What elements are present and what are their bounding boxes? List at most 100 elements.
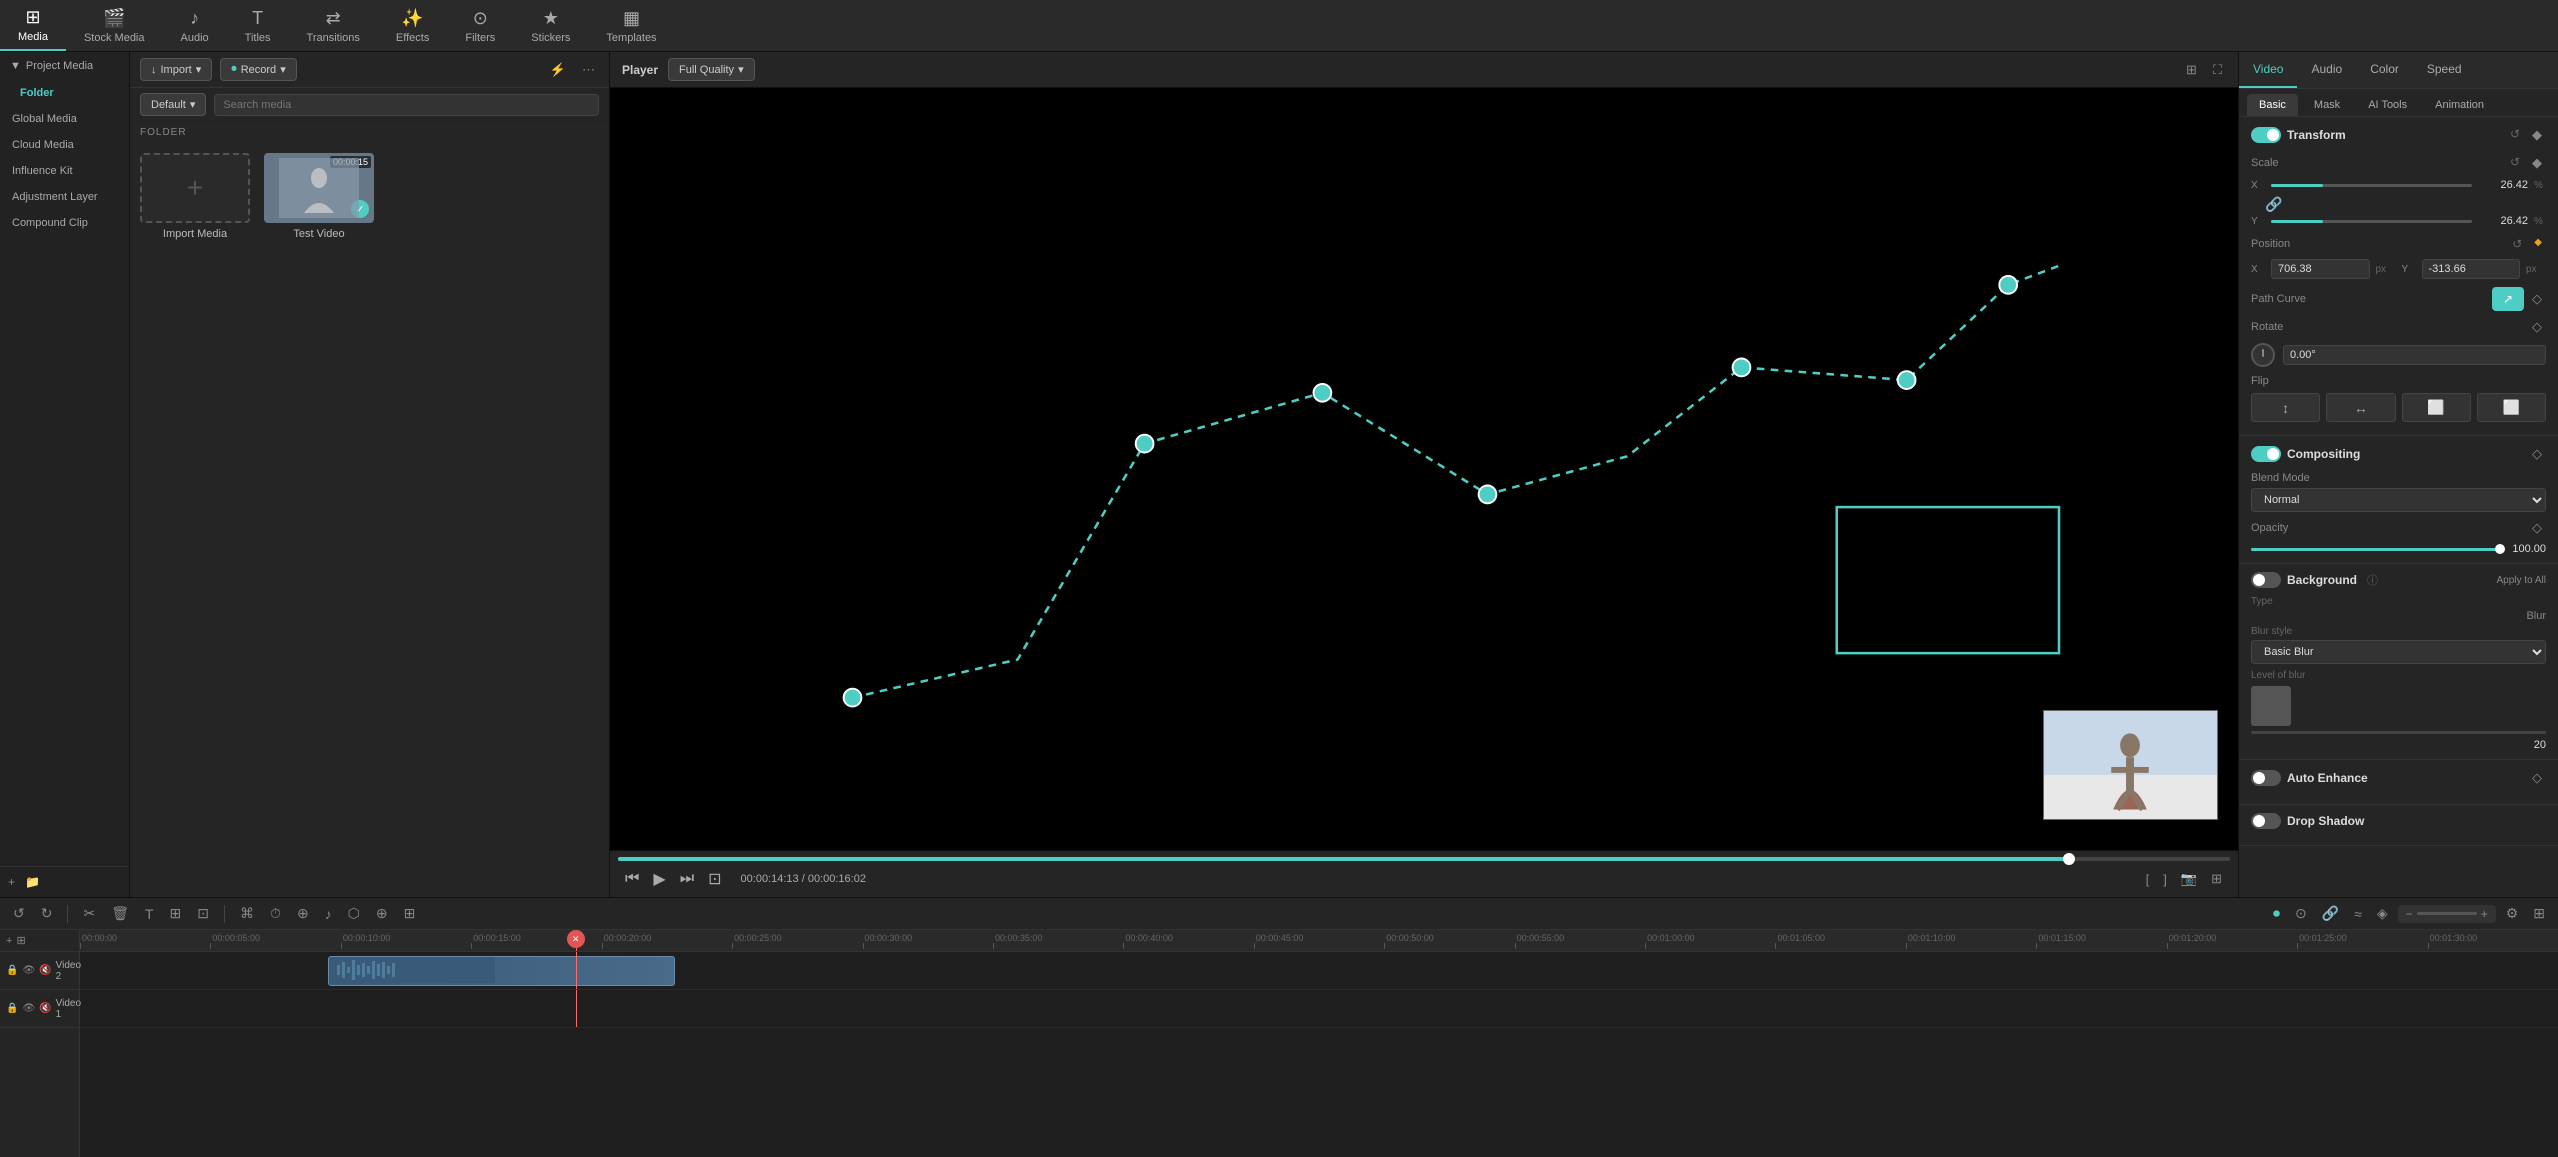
nav-stickers[interactable]: ★ Stickers xyxy=(513,0,588,51)
test-video-item[interactable]: 00:00:15 ✓ Test Video xyxy=(264,153,374,240)
tl-zoom-button[interactable]: ⊕ xyxy=(292,902,314,925)
blur-style-select[interactable]: Basic Blur xyxy=(2251,640,2546,664)
nav-audio[interactable]: ♪ Audio xyxy=(163,0,227,51)
skip-forward-button[interactable]: ⏭ xyxy=(677,867,697,891)
subtab-mask[interactable]: Mask xyxy=(2302,94,2352,116)
tl-delete-button[interactable]: 🗑 xyxy=(106,902,134,925)
tl-crop-button[interactable]: ⊡ xyxy=(192,902,214,925)
auto-enhance-keyframe-icon[interactable]: ◇ xyxy=(2528,768,2546,788)
subtab-basic[interactable]: Basic xyxy=(2247,94,2298,116)
tl-link-button[interactable]: 🔗 xyxy=(2317,902,2344,925)
sidebar-item-influence[interactable]: Influence Kit xyxy=(0,158,129,184)
import-button[interactable]: ↓ Import ▾ xyxy=(140,58,212,81)
transform-reset-icon[interactable]: ↺ xyxy=(2506,125,2524,145)
tl-settings-button[interactable]: ⚙ xyxy=(2501,902,2524,925)
path-curve-keyframe-icon[interactable]: ◇ xyxy=(2528,289,2546,309)
transform-keyframe-icon[interactable]: ◆ xyxy=(2528,125,2546,145)
tl-layout-button[interactable]: ⊞ xyxy=(2528,902,2550,925)
tl-split-button[interactable]: ⌘ xyxy=(235,902,259,925)
tl-cut-button[interactable]: ✂ xyxy=(78,902,100,925)
opacity-keyframe-icon[interactable]: ◇ xyxy=(2528,518,2546,538)
nav-stock[interactable]: 🎬 Stock Media xyxy=(66,0,163,51)
background-info-icon[interactable]: ⓘ xyxy=(2367,572,2378,588)
sidebar-item-adjustment[interactable]: Adjustment Layer xyxy=(0,184,129,210)
tl-text-button[interactable]: T xyxy=(140,903,159,925)
compositing-keyframe-icon[interactable]: ◇ xyxy=(2528,444,2546,464)
default-dropdown[interactable]: Default ▾ xyxy=(140,93,206,116)
rotate-value-box[interactable]: 0.00° xyxy=(2283,345,2546,365)
sidebar-item-folder[interactable]: Folder xyxy=(0,80,129,106)
add-icon[interactable]: + xyxy=(8,875,15,889)
tab-video[interactable]: Video xyxy=(2239,52,2297,88)
sidebar-item-cloud[interactable]: Cloud Media xyxy=(0,132,129,158)
tl-undo-button[interactable]: ↺ xyxy=(8,902,30,925)
flip-option3-button[interactable]: ⬜ xyxy=(2402,393,2471,422)
loop-button[interactable]: ⊡ xyxy=(705,866,724,892)
skip-back-button[interactable]: ⏮ xyxy=(622,867,642,891)
playhead[interactable]: ✕ xyxy=(576,930,577,951)
fullscreen-icon[interactable]: ⛶ xyxy=(2209,60,2226,80)
tl-add-track-icon[interactable]: + xyxy=(6,935,12,947)
auto-enhance-toggle[interactable] xyxy=(2251,770,2281,786)
tab-color[interactable]: Color xyxy=(2356,52,2413,88)
rotate-keyframe-icon[interactable]: ◇ xyxy=(2528,317,2546,337)
track-mute-icon-2[interactable]: 🔇 xyxy=(39,1003,51,1014)
timeline-ruler[interactable]: 00:00:00 00:00:05:00 00:00:10:00 00:00:1… xyxy=(80,930,2558,952)
tl-snap-button[interactable]: ⊙ xyxy=(2290,902,2312,925)
rotate-dial[interactable] xyxy=(2251,343,2275,367)
more-icon[interactable]: ⋯ xyxy=(578,60,599,80)
zoom-slider[interactable] xyxy=(2417,912,2477,915)
tab-speed[interactable]: Speed xyxy=(2413,52,2476,88)
blur-slider[interactable] xyxy=(2251,731,2546,734)
pos-x-value[interactable]: 706.38 xyxy=(2271,259,2370,279)
scale-x-slider[interactable] xyxy=(2271,184,2472,187)
nav-media[interactable]: ⊞ Media xyxy=(0,0,66,51)
scale-y-slider[interactable] xyxy=(2271,220,2472,223)
scale-keyframe-icon[interactable]: ◆ xyxy=(2528,153,2546,173)
import-media-item[interactable]: + Import Media xyxy=(140,153,250,240)
tl-subtitle-button[interactable]: ⊞ xyxy=(165,902,187,925)
tl-color-button[interactable]: ⬡ xyxy=(343,902,365,925)
zoom-minus-icon[interactable]: − xyxy=(2406,907,2413,921)
position-keyframe-icon[interactable]: ◆ xyxy=(2530,235,2546,253)
tl-speed-button[interactable]: ⏱ xyxy=(265,902,286,925)
tl-paste-button[interactable]: ⊞ xyxy=(399,902,421,925)
opacity-slider[interactable] xyxy=(2251,548,2500,551)
tab-audio[interactable]: Audio xyxy=(2297,52,2356,88)
scale-link-icon[interactable]: 🔗 xyxy=(2265,196,2282,213)
scale-reset-icon[interactable]: ↺ xyxy=(2506,153,2524,173)
progress-bar[interactable] xyxy=(618,857,2230,861)
zoom-plus-icon[interactable]: + xyxy=(2481,907,2488,921)
flip-horizontal-button[interactable]: ↔ xyxy=(2326,393,2395,422)
nav-filters[interactable]: ⊙ Filters xyxy=(447,0,513,51)
tl-marker-button[interactable]: ◈ xyxy=(2372,902,2393,925)
tl-grid-icon[interactable]: ⊞ xyxy=(16,934,25,947)
layout-icon[interactable]: ⊞ xyxy=(2207,869,2226,889)
project-media-header[interactable]: ▼ Project Media xyxy=(0,52,129,80)
apply-all-button[interactable]: Apply to All xyxy=(2497,575,2546,586)
nav-transitions[interactable]: ⇄ Transitions xyxy=(289,0,378,51)
tl-audio-button[interactable]: ♪ xyxy=(320,903,337,925)
nav-templates[interactable]: ▦ Templates xyxy=(588,0,674,51)
folder-icon[interactable]: 📁 xyxy=(25,875,40,889)
subtab-animation[interactable]: Animation xyxy=(2423,94,2496,116)
track-lock-icon[interactable]: 🔒 xyxy=(6,965,18,976)
flip-option4-button[interactable]: ⬜ xyxy=(2477,393,2546,422)
nav-titles[interactable]: T Titles xyxy=(227,0,289,51)
pos-y-value[interactable]: -313.66 xyxy=(2422,259,2521,279)
tl-record-button[interactable]: ⏺ xyxy=(2268,902,2285,925)
snapshot-icon[interactable]: 📷 xyxy=(2177,869,2201,889)
position-reset-icon[interactable]: ↺ xyxy=(2508,235,2526,253)
track-lock-icon-2[interactable]: 🔒 xyxy=(6,1003,18,1014)
track-vis-icon[interactable]: 👁 xyxy=(22,965,35,976)
transform-toggle[interactable] xyxy=(2251,127,2281,143)
record-button[interactable]: ⏺ Record ▾ xyxy=(220,58,297,81)
sidebar-item-global[interactable]: Global Media xyxy=(0,106,129,132)
mark-in-icon[interactable]: [ xyxy=(2142,870,2154,889)
drop-shadow-toggle[interactable] xyxy=(2251,813,2281,829)
progress-thumb[interactable] xyxy=(2063,853,2075,865)
filter-icon[interactable]: ⚡ xyxy=(546,60,570,80)
flip-vertical-button[interactable]: ↕ xyxy=(2251,393,2320,422)
nav-effects[interactable]: ✨ Effects xyxy=(378,0,447,51)
blend-mode-select[interactable]: Normal xyxy=(2251,488,2546,512)
